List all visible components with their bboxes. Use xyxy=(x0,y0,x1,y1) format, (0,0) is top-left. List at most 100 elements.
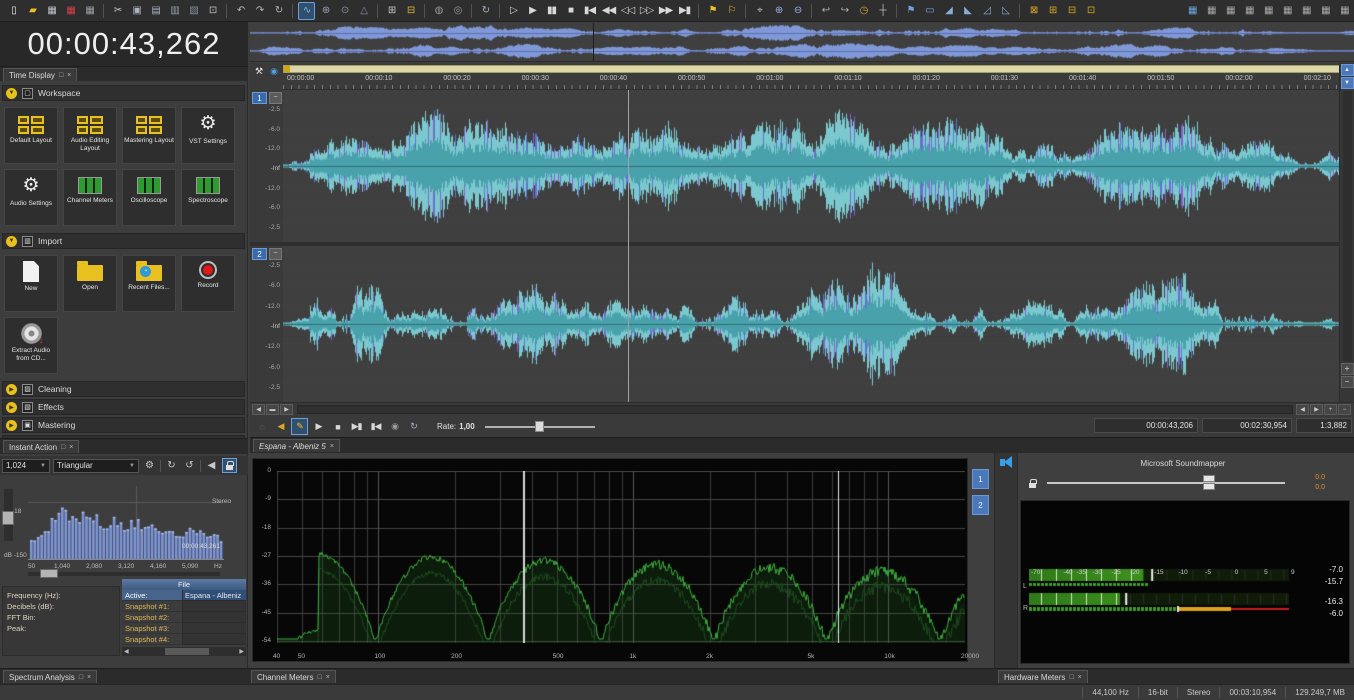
document-tab[interactable]: Espana - Albeniz 5 × xyxy=(253,439,340,452)
action-tile-mastering-layout[interactable]: Mastering Layout xyxy=(122,107,176,164)
section-header-import[interactable]: ▼ ▥ Import xyxy=(2,233,245,249)
redo-view-button[interactable]: ↪ xyxy=(836,2,853,20)
channel-2-minimize-button[interactable]: − xyxy=(269,248,282,260)
scroll-down-button[interactable]: ▼ xyxy=(1340,77,1354,89)
action-tile-spectroscope[interactable]: Spectroscope xyxy=(181,169,235,226)
auto-region-button[interactable]: ⊠ xyxy=(1025,2,1042,20)
zoom-in-time-button[interactable]: ▶ xyxy=(1310,404,1323,415)
sync-icon[interactable]: ↺ xyxy=(182,458,197,473)
lock-button[interactable] xyxy=(222,458,237,473)
zoom-minus-button[interactable]: − xyxy=(1338,404,1351,415)
fader-handle-right[interactable] xyxy=(1203,483,1215,490)
zoom-out-full-button[interactable]: ⊖ xyxy=(789,2,806,20)
vertical-scrollbar[interactable]: ▲ ▼ + − xyxy=(1339,63,1354,402)
fader-handle-left[interactable] xyxy=(1203,475,1215,482)
transport-scrub-button[interactable]: ◌ xyxy=(253,418,270,435)
chevron-right-icon[interactable]: ▶ xyxy=(6,383,17,395)
waveform-channel-2[interactable]: -2.5 -6.0 -12.0 -Inf -12.0 -6.0 -2.5 2 − xyxy=(250,246,1339,402)
snap-zero-button[interactable]: ⊟ xyxy=(402,2,419,20)
action-tile-new[interactable]: New xyxy=(4,255,58,312)
action-tile-extract-audio-from-cd[interactable]: ↓ Extract Audio from CD... xyxy=(4,317,58,374)
fft-size-select[interactable]: 1,024 ▼ xyxy=(2,458,50,473)
copy-button[interactable]: ▣ xyxy=(128,2,145,20)
section-header-mastering[interactable]: ▶ ▣ Mastering xyxy=(2,417,245,433)
chevron-down-icon[interactable]: ▼ xyxy=(6,87,17,99)
repeat-button[interactable]: ↻ xyxy=(270,2,287,20)
transport-loop-button[interactable]: ↻ xyxy=(405,418,422,435)
save-as-button[interactable]: ▦ xyxy=(62,2,79,20)
close-icon[interactable]: × xyxy=(1078,674,1082,681)
settings-gear-icon[interactable]: ⚙ xyxy=(142,458,157,473)
chevron-down-icon[interactable]: ▼ xyxy=(6,235,17,247)
restore-icon[interactable]: □ xyxy=(59,72,63,79)
auto-trim-button[interactable]: ⚐ xyxy=(723,2,740,20)
action-tile-vst-settings[interactable]: ⚙ VST Settings xyxy=(181,107,235,164)
edit-cursor-button[interactable]: ⌖ xyxy=(751,2,768,20)
scrub-control-button[interactable]: ◍ xyxy=(430,2,447,20)
cut-button[interactable]: ✂ xyxy=(109,2,126,20)
marker-tool-icon[interactable]: ⚒ xyxy=(253,65,265,77)
scroll-up-button[interactable]: ▲ xyxy=(1340,64,1354,76)
docked-window-button-4[interactable]: ▦ xyxy=(1241,2,1258,20)
stop-button[interactable]: ■ xyxy=(562,2,579,20)
zoom-selection-button[interactable]: ⊕ xyxy=(770,2,787,20)
rate-slider[interactable] xyxy=(484,420,595,433)
goto-start-button[interactable]: ▮◀ xyxy=(581,2,598,20)
pencil-tool-button[interactable]: △ xyxy=(355,2,372,20)
transport-goto-end-button[interactable]: ▶▮ xyxy=(348,418,365,435)
zoom-in-vertical-button[interactable]: + xyxy=(1340,363,1354,375)
rewind-button[interactable]: ◁◁ xyxy=(619,2,636,20)
time-stretch-button[interactable]: ⊞ xyxy=(1044,2,1061,20)
mix-paste-button[interactable]: ▧ xyxy=(185,2,202,20)
loop-region-bar[interactable] xyxy=(283,65,1345,73)
action-tile-open[interactable]: Open xyxy=(63,255,117,312)
action-tile-recent-files[interactable]: ◔ Recent Files... xyxy=(122,255,176,312)
monitor-audio-icon[interactable]: ◀ xyxy=(204,458,219,473)
section-header-workspace[interactable]: ▼ ▢ Workspace xyxy=(2,85,245,101)
docked-window-button-2[interactable]: ▦ xyxy=(1203,2,1220,20)
action-tile-audio-settings[interactable]: ⚙ Audio Settings xyxy=(4,169,58,226)
center-cursor-button[interactable]: ┼ xyxy=(874,2,891,20)
restore-icon[interactable]: □ xyxy=(1069,674,1073,681)
snap-grid-button[interactable]: ⊞ xyxy=(383,2,400,20)
loop-playback-button[interactable]: ↻ xyxy=(477,2,494,20)
rewind-fast-button[interactable]: ◀◀ xyxy=(600,2,617,20)
action-tile-audio-editing-layout[interactable]: Audio Editing Layout xyxy=(63,107,117,164)
restore-icon[interactable]: □ xyxy=(79,674,83,681)
insert-region-button[interactable]: ▭ xyxy=(921,2,938,20)
table-row[interactable]: Snapshot #3: xyxy=(122,623,246,634)
redo-button[interactable]: ↷ xyxy=(251,2,268,20)
docked-window-button-8[interactable]: ▦ xyxy=(1317,2,1334,20)
meter-channel-2-button[interactable]: 2 xyxy=(972,495,989,515)
docked-window-button-3[interactable]: ▦ xyxy=(1222,2,1239,20)
restore-icon[interactable]: □ xyxy=(61,444,65,451)
save-button[interactable]: ▦ xyxy=(43,2,60,20)
transport-goto-start-button[interactable]: ▮◀ xyxy=(367,418,384,435)
crossfade-button[interactable]: ◿ xyxy=(978,2,995,20)
pitch-lock-button[interactable]: ⊟ xyxy=(1063,2,1080,20)
close-icon[interactable]: × xyxy=(326,674,330,681)
rate-slider-handle[interactable] xyxy=(534,421,544,432)
snapshot-table-scrollbar[interactable]: ◀ ▶ xyxy=(122,647,246,656)
window-type-select[interactable]: Triangular ▼ xyxy=(53,458,139,473)
docked-window-button-9[interactable]: ▦ xyxy=(1336,2,1353,20)
zoom-normal-button[interactable]: ▬ xyxy=(266,404,279,415)
loop-start-marker[interactable] xyxy=(284,66,290,72)
undo-view-button[interactable]: ↩ xyxy=(817,2,834,20)
waveform-overview[interactable] xyxy=(250,22,1354,62)
transport-monitor-button[interactable]: ◀ xyxy=(272,418,289,435)
spectrum-horizontal-slider[interactable] xyxy=(28,569,220,578)
sync-status-icon[interactable]: ◉ xyxy=(268,65,280,77)
undo-button[interactable]: ↶ xyxy=(232,2,249,20)
action-tile-channel-meters[interactable]: Channel Meters xyxy=(63,169,117,226)
transport-edit-tool-button[interactable]: ✎ xyxy=(291,418,308,435)
playhead-cursor[interactable] xyxy=(628,90,629,402)
table-row[interactable]: Snapshot #4: xyxy=(122,634,246,645)
record-lock-button[interactable]: ⊡ xyxy=(1082,2,1099,20)
horizontal-scroll-track[interactable] xyxy=(297,405,1293,414)
open-file-button[interactable]: ▰ xyxy=(24,2,41,20)
save-all-button[interactable]: ▦ xyxy=(81,2,98,20)
jog-control-button[interactable]: ◎ xyxy=(449,2,466,20)
restore-icon[interactable]: □ xyxy=(317,674,321,681)
table-row[interactable]: Snapshot #1: xyxy=(122,601,246,612)
